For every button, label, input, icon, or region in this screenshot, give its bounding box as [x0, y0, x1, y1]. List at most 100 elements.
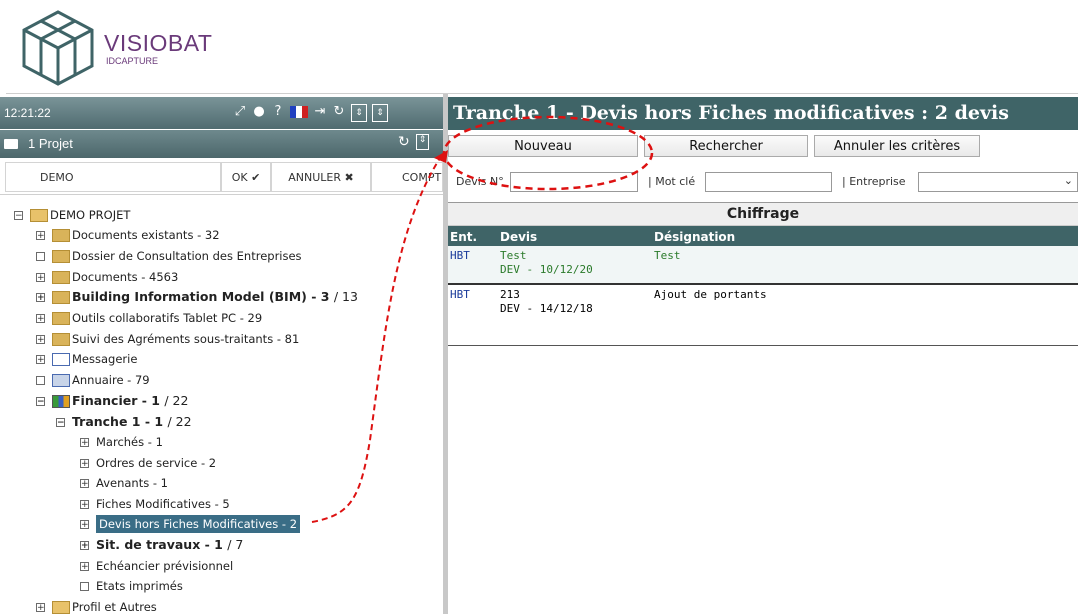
tree-item[interactable]: + Documents existants - 32: [36, 226, 220, 244]
collapse-toggle-icon[interactable]: −: [14, 210, 23, 220]
expand-toggle-icon[interactable]: +: [36, 230, 45, 240]
folder-icon: [52, 311, 70, 325]
chevron-down-icon: ⌄: [1063, 174, 1073, 187]
tree-item[interactable]: + Profil et Autres: [36, 598, 157, 616]
search-button[interactable]: Rechercher: [644, 135, 808, 157]
expand-toggle-icon[interactable]: +: [80, 437, 89, 447]
ok-button[interactable]: OK ✔: [221, 162, 271, 192]
expand-toggle-icon[interactable]: +: [80, 561, 89, 571]
tree-item[interactable]: + Avenants - 1: [80, 474, 168, 492]
collapse-icon[interactable]: ⇕: [351, 104, 367, 122]
logout-icon[interactable]: ⇥: [313, 104, 327, 120]
tree-item[interactable]: + Documents - 4563: [36, 268, 178, 286]
left-panel: 12:21:22 ⤢ ● ? ⇥ ↻ ⇕ ⇕ 1 Projet ↻ ⇕ DEMO…: [0, 94, 443, 614]
leaf-toggle-icon: [36, 375, 45, 385]
table-row[interactable]: HBT 213 DEV - 14/12/18 Ajout de portants: [448, 285, 1078, 346]
tree-item[interactable]: − Tranche 1 - 1 / 22: [56, 413, 192, 431]
tree-item[interactable]: Dossier de Consultation des Entreprises: [36, 247, 302, 265]
mail-icon: [52, 352, 70, 366]
tree-root-label: DEMO PROJET: [50, 208, 131, 222]
collapse-toggle-icon[interactable]: −: [56, 417, 65, 427]
tree-item-label: Tranche 1 - 1: [72, 414, 164, 429]
right-panel: Tranche 1 - Devis hors Fiches modificati…: [448, 94, 1078, 614]
collapse-icon[interactable]: ⇕: [372, 104, 388, 122]
keyword-label: | Mot clé: [648, 175, 696, 188]
table-row[interactable]: HBT Test DEV - 10/12/20 Test: [448, 246, 1078, 285]
compt-button[interactable]: COMPT: [371, 162, 443, 192]
tree-item[interactable]: + Ordres de service - 2: [80, 454, 216, 472]
tree-item-label: Profil et Autres: [72, 600, 157, 614]
tree-item-label: Messagerie: [72, 352, 138, 366]
column-header-designation[interactable]: Désignation: [654, 230, 735, 244]
cell-devis-ref: DEV - 10/12/20: [500, 263, 593, 276]
cell-devis-ref: DEV - 14/12/18: [500, 302, 593, 315]
leaf-toggle-icon: [80, 581, 89, 591]
cell-devis: 213: [500, 288, 520, 301]
new-button[interactable]: Nouveau: [448, 135, 638, 157]
expand-toggle-icon[interactable]: +: [36, 334, 45, 344]
tree-item-label: Dossier de Consultation des Entreprises: [72, 249, 302, 263]
expand-toggle-icon[interactable]: +: [36, 354, 45, 364]
folder-icon: [52, 290, 70, 304]
expand-toggle-icon[interactable]: +: [80, 499, 89, 509]
cell-ent: HBT: [450, 288, 470, 301]
tree-item[interactable]: + Echéancier prévisionnel: [80, 557, 233, 575]
tree-item[interactable]: + Building Information Model (BIM) - 3 / …: [36, 288, 358, 306]
search-criteria: Devis N° | Mot clé | Entreprise ⌄: [448, 170, 1078, 194]
tree-root[interactable]: − DEMO PROJET: [14, 206, 130, 224]
logo-subtitle: IDCAPTURE: [106, 56, 159, 66]
expand-toggle-icon[interactable]: +: [36, 292, 45, 302]
keyword-input[interactable]: [705, 172, 832, 192]
cell-designation: Test: [654, 249, 681, 262]
tree-item[interactable]: + Marchés - 1: [80, 433, 163, 451]
tree-item[interactable]: + Fiches Modificatives - 5: [80, 495, 230, 513]
resize-icon[interactable]: ⤢: [233, 104, 247, 120]
expand-toggle-icon[interactable]: +: [80, 519, 89, 529]
tree-item-label: Documents existants - 32: [72, 228, 220, 242]
folder-icon: [52, 600, 70, 614]
folder-icon: [52, 228, 70, 242]
cancel-button[interactable]: ANNULER ✖: [271, 162, 371, 192]
expand-toggle-icon[interactable]: +: [80, 458, 89, 468]
collapse-toggle-icon[interactable]: −: [36, 396, 45, 406]
column-header-devis[interactable]: Devis: [500, 230, 537, 244]
refresh-icon[interactable]: ↻: [398, 134, 410, 150]
refresh-icon[interactable]: ↻: [332, 104, 346, 120]
expand-toggle-icon[interactable]: +: [36, 313, 45, 323]
tree-item[interactable]: + Suivi des Agréments sous-traitants - 81: [36, 330, 299, 348]
tree-item[interactable]: − Financier - 1 / 22: [36, 392, 188, 410]
project-bar-icons: ↻ ⇕: [398, 134, 430, 150]
folder-icon: [52, 249, 70, 263]
devis-number-label: Devis N°: [456, 175, 504, 188]
tree-item-label: Suivi des Agréments sous-traitants - 81: [72, 332, 300, 346]
flag-fr-icon[interactable]: [290, 106, 308, 118]
help-icon[interactable]: ?: [271, 104, 285, 120]
tree-item-label: Ordres de service - 2: [96, 456, 217, 470]
tree-item-label: Marchés - 1: [96, 435, 163, 449]
tree-item-label: Annuaire - 79: [72, 373, 150, 387]
user-icon[interactable]: ●: [252, 104, 266, 120]
collapse-icon[interactable]: ⇕: [415, 134, 430, 150]
expand-toggle-icon[interactable]: +: [80, 540, 89, 550]
tree-item-selected[interactable]: + Devis hors Fiches Modificatives - 2: [80, 515, 301, 533]
cell-ent: HBT: [450, 249, 470, 262]
tree-item-count: / 22: [167, 414, 192, 429]
tree-item[interactable]: + Messagerie: [36, 350, 137, 368]
tree-item-label: Sit. de travaux - 1: [96, 537, 223, 552]
expand-toggle-icon[interactable]: +: [36, 272, 45, 282]
tree-item[interactable]: Etats imprimés: [80, 577, 183, 595]
company-select[interactable]: ⌄: [918, 172, 1078, 192]
tree-item-label: Outils collaboratifs Tablet PC - 29: [72, 311, 263, 325]
reset-criteria-button[interactable]: Annuler les critères: [814, 135, 980, 157]
expand-toggle-icon[interactable]: +: [80, 478, 89, 488]
visiobat-logo-icon: [22, 10, 94, 86]
tree-item[interactable]: Annuaire - 79: [36, 371, 150, 389]
tree-item[interactable]: + Outils collaboratifs Tablet PC - 29: [36, 309, 262, 327]
column-header-ent[interactable]: Ent.: [450, 230, 477, 244]
tree-item[interactable]: + Sit. de travaux - 1 / 7: [80, 536, 243, 554]
tree-item-label: Echéancier prévisionnel: [96, 559, 234, 573]
project-filter-input[interactable]: DEMO: [5, 162, 221, 192]
tree-item-count: / 7: [227, 537, 244, 552]
expand-toggle-icon[interactable]: +: [36, 602, 45, 612]
devis-number-input[interactable]: [510, 172, 638, 192]
